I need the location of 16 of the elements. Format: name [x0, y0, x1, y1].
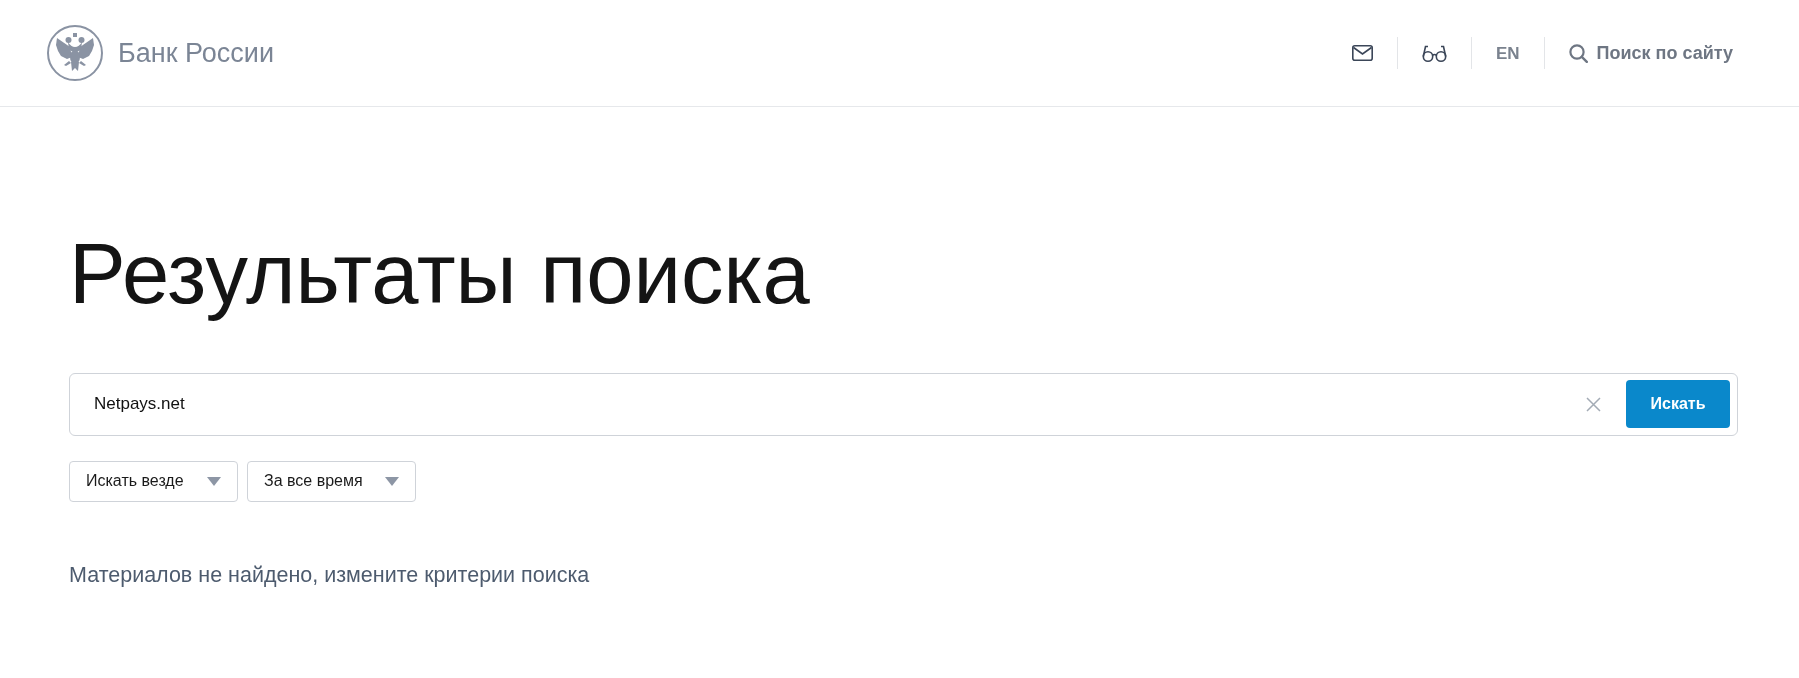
mail-icon[interactable]: [1351, 45, 1373, 61]
filter-dropdown[interactable]: За все время: [247, 460, 416, 502]
filter-dropdown[interactable]: Искать везде: [69, 460, 238, 502]
language-link[interactable]: EN: [1495, 44, 1520, 62]
caret-icon: [385, 476, 399, 486]
search-icon: [1568, 43, 1588, 63]
eagle-emblem-icon: [47, 25, 103, 81]
search-button[interactable]: Искать: [1626, 380, 1730, 429]
search-bar[interactable]: Netpays.net Искать: [69, 372, 1738, 436]
no-results-message: Материалов не найдено, измените критерии поиска: [69, 562, 590, 589]
search-input[interactable]: Netpays.net: [94, 384, 1570, 425]
logo-link[interactable]: Банк России: [47, 25, 274, 81]
glasses-icon[interactable]: [1421, 44, 1447, 62]
page-title: Результаты поиска: [69, 225, 810, 323]
site-search-link[interactable]: Поиск по сайту: [1568, 43, 1733, 63]
caret-icon: [207, 476, 221, 486]
